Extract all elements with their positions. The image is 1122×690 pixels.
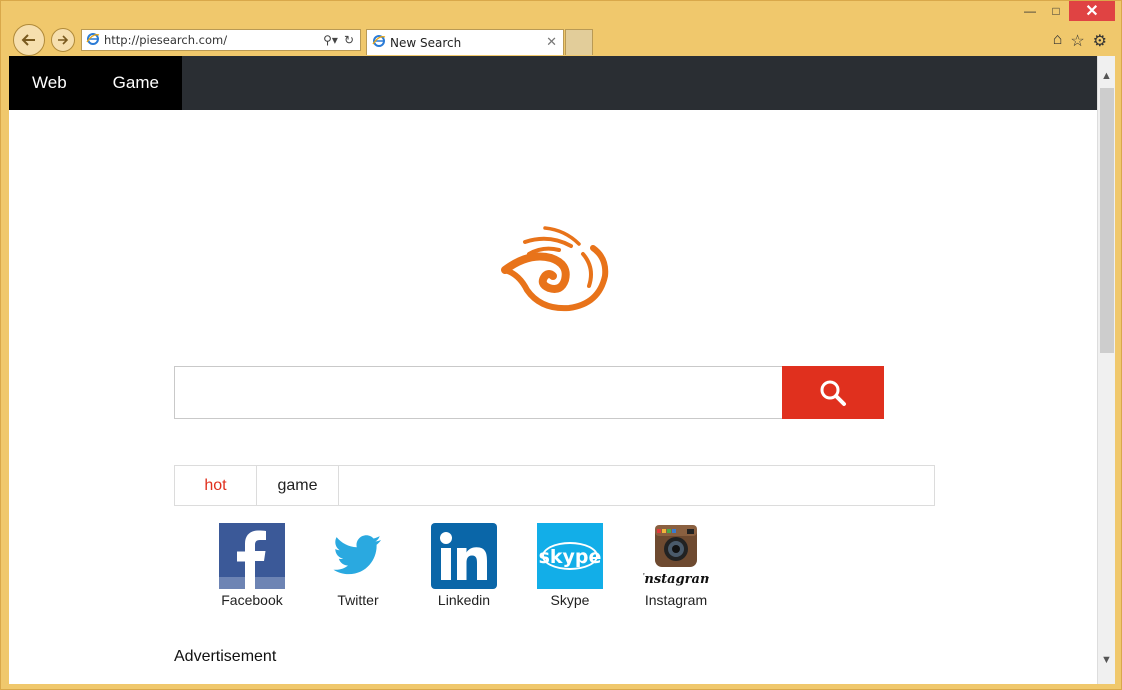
page-viewport: Web Game hot game Facebook Twitter Linke… xyxy=(9,56,1097,684)
site-label: Skype xyxy=(550,592,590,608)
scroll-up-icon[interactable]: ▲ xyxy=(1098,66,1115,86)
site-link-skype[interactable]: skype Skype xyxy=(517,523,623,608)
search-button[interactable] xyxy=(782,366,884,419)
forward-arrow-icon xyxy=(58,35,69,45)
category-tabs: hot game xyxy=(174,465,935,506)
address-bar[interactable]: http://piesearch.com/ ⚲▾ ↻ xyxy=(81,29,361,51)
address-url[interactable]: http://piesearch.com/ xyxy=(104,33,323,47)
maximize-button[interactable]: □ xyxy=(1043,1,1069,21)
ie-logo-icon xyxy=(372,34,386,51)
close-button[interactable]: ✕ xyxy=(1069,1,1115,21)
tab-game[interactable]: game xyxy=(257,466,339,505)
new-tab-button[interactable] xyxy=(565,29,593,55)
site-link-twitter[interactable]: Twitter xyxy=(305,523,411,608)
favorites-star-icon[interactable]: ☆ xyxy=(1070,31,1084,51)
skype-icon: skype xyxy=(537,523,603,589)
site-label: Twitter xyxy=(337,592,379,608)
svg-text:Instagram: Instagram xyxy=(643,572,709,587)
home-icon[interactable]: ⌂ xyxy=(1053,31,1063,51)
twitter-icon xyxy=(325,523,391,589)
advertisement-label: Advertisement xyxy=(174,648,277,665)
facebook-icon xyxy=(219,523,285,589)
search-input[interactable] xyxy=(174,366,783,419)
nav-item-web[interactable]: Web xyxy=(9,56,90,110)
window-controls: — □ ✕ xyxy=(1017,1,1115,23)
site-label: Linkedin xyxy=(437,592,491,608)
minimize-button[interactable]: — xyxy=(1017,1,1043,21)
search-icon xyxy=(820,380,846,406)
scroll-down-icon[interactable]: ▼ xyxy=(1098,650,1115,670)
nav-item-game[interactable]: Game xyxy=(90,56,182,110)
site-link-facebook[interactable]: Facebook xyxy=(199,523,305,608)
back-arrow-icon xyxy=(21,34,35,46)
site-label: Facebook xyxy=(221,592,283,608)
site-link-instagram[interactable]: Instagram Instagram xyxy=(623,523,729,608)
instagram-icon: Instagram xyxy=(643,523,709,589)
browser-window: — □ ✕ http://piesearch.com/ ⚲▾ ↻ New Sea… xyxy=(0,0,1122,690)
svg-text:skype: skype xyxy=(539,546,602,568)
gear-icon[interactable]: ⚙ xyxy=(1093,31,1107,51)
site-label: Instagram xyxy=(644,592,708,608)
piesearch-logo-icon xyxy=(501,226,609,312)
refresh-icon[interactable]: ↻ xyxy=(344,33,354,47)
ie-logo-icon xyxy=(86,32,100,49)
scrollbar-thumb[interactable] xyxy=(1100,88,1114,353)
vertical-scrollbar[interactable]: ▲ ▼ xyxy=(1097,56,1115,684)
browser-toolbar: ⌂ ☆ ⚙ xyxy=(1053,31,1107,51)
top-navigation: Web Game xyxy=(9,56,1097,110)
search-icon[interactable]: ⚲▾ xyxy=(323,33,338,47)
back-button[interactable] xyxy=(13,24,45,56)
tab-new-search[interactable]: New Search ✕ xyxy=(366,29,564,55)
site-links: Facebook Twitter Linkedin skype Skype ns… xyxy=(199,523,729,608)
nav-block: Web Game xyxy=(9,56,182,110)
tab-title: New Search xyxy=(390,35,462,50)
tab-hot[interactable]: hot xyxy=(175,466,257,505)
linkedin-icon xyxy=(431,523,497,589)
site-link-linkedin[interactable]: Linkedin xyxy=(411,523,517,608)
close-tab-icon[interactable]: ✕ xyxy=(546,35,557,50)
forward-button[interactable] xyxy=(51,28,75,52)
